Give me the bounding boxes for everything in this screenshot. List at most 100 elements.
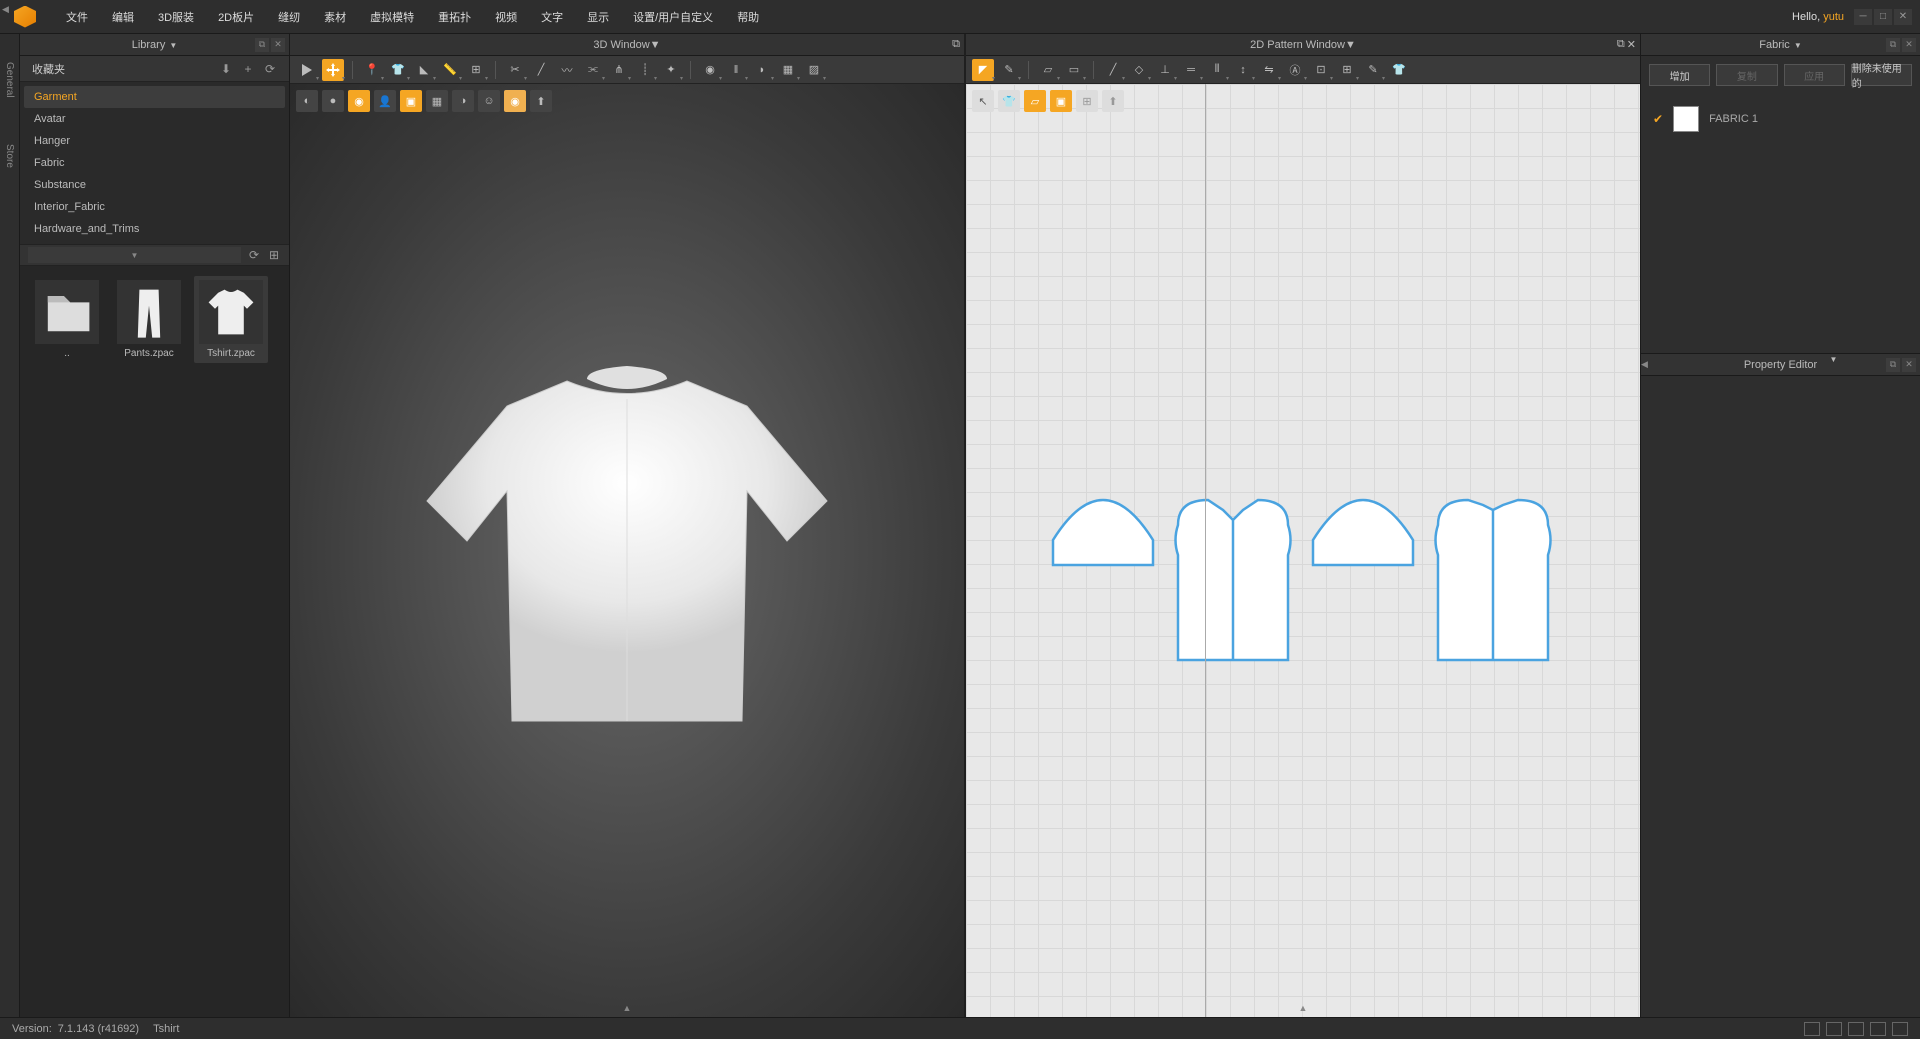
- property-close-icon[interactable]: ✕: [1902, 358, 1916, 372]
- tool-2d-annotate[interactable]: Ⓐ▾: [1284, 59, 1306, 81]
- view-2d-garment-icon[interactable]: 👕: [998, 90, 1020, 112]
- tool-select-move[interactable]: ▾: [322, 59, 344, 81]
- thumb-pants[interactable]: Pants.zpac: [112, 276, 186, 363]
- download-icon[interactable]: ⬇: [219, 62, 233, 76]
- tool-2d-garment[interactable]: 👕: [1388, 59, 1410, 81]
- viewport-2d-undock-icon[interactable]: ⧉: [1617, 38, 1625, 51]
- tool-pin[interactable]: 📍▾: [361, 59, 383, 81]
- menu-file[interactable]: 文件: [54, 3, 100, 31]
- add-icon[interactable]: +: [241, 62, 255, 76]
- fabric-dropdown-icon[interactable]: ▼: [1794, 41, 1802, 50]
- pattern-sleeve-right[interactable]: [1308, 495, 1418, 575]
- rail-tab-general[interactable]: General: [2, 54, 17, 106]
- render-show-icon[interactable]: ▣: [400, 90, 422, 112]
- tool-2d-pleat[interactable]: ⫴▾: [1206, 59, 1228, 81]
- library-close-icon[interactable]: ✕: [271, 38, 285, 52]
- property-collapse-icon[interactable]: ◀: [1641, 359, 1648, 370]
- fabric-undock-icon[interactable]: ⧉: [1886, 38, 1900, 52]
- tool-simulate[interactable]: ▾: [296, 59, 318, 81]
- render-light-icon[interactable]: ◉: [504, 90, 526, 112]
- menu-avatar[interactable]: 虚拟模特: [358, 3, 426, 31]
- tshirt-3d-model[interactable]: [407, 351, 847, 751]
- folder-avatar[interactable]: Avatar: [24, 108, 285, 130]
- render-solid-icon[interactable]: ●: [322, 90, 344, 112]
- status-layout-1-icon[interactable]: [1804, 1022, 1820, 1036]
- tool-2d-fit[interactable]: ⊞▾: [1336, 59, 1358, 81]
- render-thick-icon[interactable]: ◑: [452, 90, 474, 112]
- view-2d-export-icon[interactable]: ⬆: [1102, 90, 1124, 112]
- canvas-2d[interactable]: ↖ 👕 ▱ ▣ ⊞ ⬆ ▲: [966, 84, 1640, 1017]
- fabric-add-button[interactable]: 增加: [1649, 64, 1710, 86]
- view-2d-cursor-icon[interactable]: ↖: [972, 90, 994, 112]
- tool-topstitch[interactable]: ┊▾: [634, 59, 656, 81]
- tool-seam-free[interactable]: 〰: [556, 59, 578, 81]
- folder-interior-fabric[interactable]: Interior_Fabric: [24, 196, 285, 218]
- tool-2d-symmetry[interactable]: ⇋▾: [1258, 59, 1280, 81]
- menu-sewing[interactable]: 缝纫: [266, 3, 312, 31]
- fabric-copy-button[interactable]: 复制: [1716, 64, 1777, 86]
- property-undock-icon[interactable]: ⧉: [1886, 358, 1900, 372]
- tool-2d-polygon[interactable]: ▱▾: [1037, 59, 1059, 81]
- render-wire-icon[interactable]: ▦: [426, 90, 448, 112]
- tool-graphic[interactable]: ▦▾: [777, 59, 799, 81]
- tool-2d-grain[interactable]: ↕▾: [1232, 59, 1254, 81]
- library-refresh-icon[interactable]: ⟳: [247, 248, 261, 262]
- pattern-sleeve-left[interactable]: [1048, 495, 1158, 575]
- tool-texture[interactable]: ▨▾: [803, 59, 825, 81]
- render-face-icon[interactable]: ☺: [478, 90, 500, 112]
- tool-seam-1n[interactable]: ⋔▾: [608, 59, 630, 81]
- refresh-icon[interactable]: ⟳: [263, 62, 277, 76]
- tool-seam-segment[interactable]: ╱: [530, 59, 552, 81]
- status-layout-3-icon[interactable]: [1848, 1022, 1864, 1036]
- folder-hardware-trims[interactable]: Hardware_and_Trims: [24, 218, 285, 240]
- menu-video[interactable]: 视频: [483, 3, 529, 31]
- viewport-2d-dropdown-icon[interactable]: ▼: [1345, 39, 1356, 51]
- viewport-3d-dropdown-icon[interactable]: ▼: [650, 39, 661, 51]
- tool-2d-internal-line[interactable]: ╱▾: [1102, 59, 1124, 81]
- render-mode-icon[interactable]: ◐: [296, 90, 318, 112]
- render-avatar-icon[interactable]: 👤: [374, 90, 396, 112]
- menu-display[interactable]: 显示: [575, 3, 621, 31]
- tool-zipper[interactable]: ‖▾: [725, 59, 747, 81]
- view-2d-seam-icon[interactable]: ▣: [1050, 90, 1072, 112]
- status-layout-4-icon[interactable]: [1870, 1022, 1886, 1036]
- library-filter-dropdown[interactable]: ▼: [28, 247, 241, 263]
- tool-seam-mn[interactable]: ⫘▾: [582, 59, 604, 81]
- library-undock-icon[interactable]: ⧉: [255, 38, 269, 52]
- folder-substance[interactable]: Substance: [24, 174, 285, 196]
- menu-settings[interactable]: 设置/用户自定义: [621, 3, 725, 31]
- close-button[interactable]: ✕: [1894, 9, 1912, 25]
- tool-2d-rectangle[interactable]: ▭▾: [1063, 59, 1085, 81]
- viewport-3d-expand-icon[interactable]: ▲: [623, 1003, 632, 1013]
- pattern-body-back[interactable]: [1428, 495, 1558, 665]
- library-view-icon[interactable]: ⊞: [267, 248, 281, 262]
- maximize-button[interactable]: □: [1874, 9, 1892, 25]
- fabric-apply-button[interactable]: 应用: [1784, 64, 1845, 86]
- pattern-body-front[interactable]: [1168, 495, 1298, 665]
- menu-3d-garment[interactable]: 3D服装: [146, 3, 206, 31]
- menu-text[interactable]: 文字: [529, 3, 575, 31]
- menu-retopo[interactable]: 重拓扑: [426, 3, 483, 31]
- tool-fold[interactable]: ◣▾: [413, 59, 435, 81]
- property-dropdown-icon[interactable]: ▼: [1830, 355, 1838, 364]
- fabric-swatch[interactable]: [1673, 106, 1699, 132]
- folder-hanger[interactable]: Hanger: [24, 130, 285, 152]
- folder-fabric[interactable]: Fabric: [24, 152, 285, 174]
- status-layout-5-icon[interactable]: [1892, 1022, 1908, 1036]
- viewport-2d-close-icon[interactable]: ✕: [1627, 38, 1636, 51]
- tool-seam-edit[interactable]: ✂▾: [504, 59, 526, 81]
- tool-2d-dart[interactable]: ◇▾: [1128, 59, 1150, 81]
- viewport-3d-undock-icon[interactable]: ⧉: [952, 38, 960, 51]
- viewport-2d-expand-icon[interactable]: ▲: [1299, 1003, 1308, 1013]
- view-2d-pattern-icon[interactable]: ▱: [1024, 90, 1046, 112]
- library-dropdown-icon[interactable]: ▼: [169, 41, 177, 50]
- tool-2d-notch[interactable]: ⊥▾: [1154, 59, 1176, 81]
- tool-piping[interactable]: ◗▾: [751, 59, 773, 81]
- folder-garment[interactable]: Garment: [24, 86, 285, 108]
- thumb-parent[interactable]: ..: [30, 276, 104, 363]
- tool-button[interactable]: ◉▾: [699, 59, 721, 81]
- tool-2d-grading[interactable]: ⊡▾: [1310, 59, 1332, 81]
- greeting-user[interactable]: yutu: [1823, 11, 1844, 23]
- view-2d-grid-icon[interactable]: ⊞: [1076, 90, 1098, 112]
- render-export-icon[interactable]: ⬆: [530, 90, 552, 112]
